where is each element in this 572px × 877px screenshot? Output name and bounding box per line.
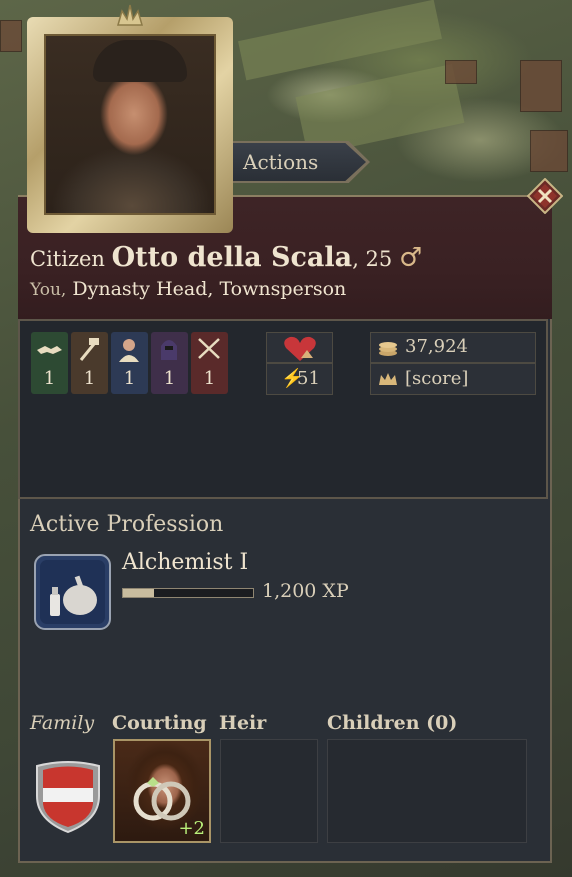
money-box[interactable]: 37,924 [370, 332, 536, 363]
character-title: Citizen [30, 247, 105, 271]
xp-progress-fill [123, 589, 155, 597]
children-slot[interactable] [327, 739, 527, 843]
courting-partner-portrait[interactable]: +2 [113, 739, 211, 843]
xp-text: 1,200 XP [262, 580, 349, 602]
skill-charisma[interactable]: 1 [31, 332, 68, 394]
heir-label: Heir [219, 712, 267, 734]
hooded-figure-icon [161, 340, 177, 360]
skill-value: 1 [123, 368, 136, 389]
hammer-icon [79, 338, 99, 361]
skill-combat[interactable]: 1 [191, 332, 228, 394]
actions-tab[interactable]: Actions [228, 143, 366, 181]
courting-bonus: +2 [178, 818, 205, 839]
skill-value: 1 [83, 368, 96, 389]
heart-icon [284, 336, 316, 361]
character-age: , 25 [352, 247, 393, 271]
energy-box[interactable]: ⚡ 51 [266, 363, 333, 395]
health-box[interactable] [266, 332, 333, 363]
skill-value: 1 [203, 368, 216, 389]
family-crest-shield-icon[interactable] [33, 758, 103, 834]
character-name[interactable]: Otto della Scala [112, 242, 353, 273]
xp-progress-bar [122, 588, 254, 598]
skill-value: 1 [43, 368, 56, 389]
you-label: You, [30, 280, 67, 300]
family-label: Family [30, 712, 95, 734]
handshake-icon [37, 346, 62, 354]
courting-label: Courting [112, 712, 207, 734]
skill-stealth[interactable]: 1 [151, 332, 188, 394]
profession-name: Alchemist I [122, 550, 249, 575]
skill-value: 1 [163, 368, 176, 389]
energy-value: 51 [297, 368, 320, 389]
scholar-icon [119, 339, 139, 362]
heir-slot[interactable] [220, 739, 318, 843]
close-icon[interactable] [527, 178, 563, 214]
score-value: [score] [405, 368, 469, 389]
skill-rhetoric[interactable]: 1 [111, 332, 148, 394]
children-label: Children (0) [327, 712, 458, 734]
score-box[interactable]: [score] [370, 363, 536, 395]
active-profession-title: Active Profession [30, 512, 224, 537]
alchemist-icon[interactable] [34, 554, 111, 630]
character-name-line: Citizen Otto della Scala, 25 ♂ [30, 242, 422, 273]
coin-stack-icon [379, 342, 397, 356]
money-value: 37,924 [405, 336, 468, 357]
crossed-swords-icon [198, 338, 220, 359]
crown-ornament-icon [117, 4, 143, 26]
skill-craftsmanship[interactable]: 1 [71, 332, 108, 394]
character-subtitle: You, Dynasty Head, Townsperson [30, 278, 346, 300]
male-gender-icon: ♂ [398, 243, 423, 273]
portrait-hair [93, 40, 187, 82]
class-label: , Townsperson [207, 278, 347, 300]
role-label: Dynasty Head [72, 278, 208, 300]
crown-icon [379, 373, 397, 385]
wedding-rings-icon [133, 777, 191, 821]
